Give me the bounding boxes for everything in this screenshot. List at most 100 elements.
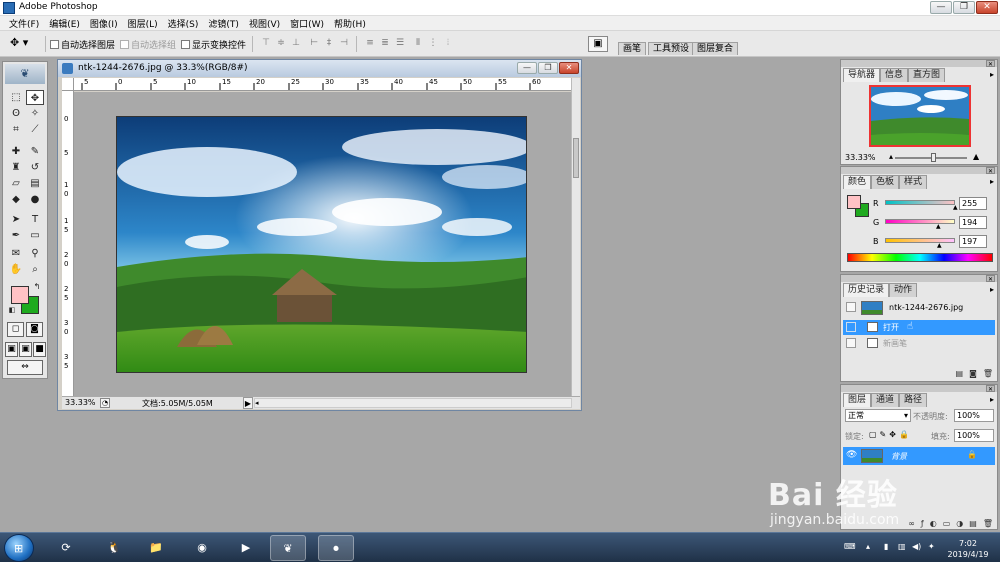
zoom-slider-knob[interactable]	[931, 153, 936, 162]
keyboard-icon[interactable]: ⌨	[844, 542, 856, 551]
show-hidden-icons-icon[interactable]: ▴	[866, 542, 870, 551]
move-tool-icon[interactable]: ✥	[26, 90, 44, 105]
type-tool-icon[interactable]: T	[26, 212, 44, 227]
vertical-scroll-thumb[interactable]	[573, 138, 579, 178]
standard-mode-icon[interactable]: ◻	[7, 322, 24, 337]
swap-colors-icon[interactable]: ↰	[31, 282, 43, 292]
document-titlebar[interactable]: ntk-1244-2676.jpg @ 33.3%(RGB/8#) — ❐ ✕	[58, 60, 581, 77]
red-slider-knob[interactable]: ▲	[953, 205, 958, 211]
navigator-zoom[interactable]: 33.33%	[845, 153, 876, 162]
distribute-left-icon[interactable]: ⫴	[412, 38, 424, 49]
navigator-thumbnail[interactable]	[869, 85, 971, 147]
tab-styles[interactable]: 样式	[899, 175, 928, 189]
opacity-field[interactable]: 100%	[954, 409, 994, 422]
default-colors-icon[interactable]: ◧	[7, 305, 17, 315]
red-slider[interactable]	[885, 200, 955, 205]
zoom-tool-icon[interactable]: ⌕	[26, 262, 44, 277]
align-vcenter-icon[interactable]: ≑	[275, 38, 287, 49]
red-value[interactable]: 255	[959, 197, 987, 210]
status-icon[interactable]: ◔	[100, 398, 110, 408]
panel-close-icon[interactable]: ✕	[986, 385, 995, 393]
panel-menu-icon[interactable]: ▸	[990, 285, 994, 294]
tab-layers[interactable]: 图层	[843, 393, 872, 407]
new-layer-icon[interactable]: ▤	[969, 519, 977, 528]
layer-background[interactable]: 👁 背景 🔒	[843, 447, 995, 465]
system-clock[interactable]: 7:02 2019/4/19	[940, 538, 996, 560]
tab-channels[interactable]: 通道	[871, 393, 900, 407]
align-left-icon[interactable]: ⊢	[308, 38, 320, 49]
status-menu-arrow-icon[interactable]: ▶	[243, 397, 253, 409]
tab-info[interactable]: 信息	[880, 68, 909, 82]
auto-select-layer-checkbox[interactable]: 自动选择图层	[50, 38, 115, 51]
vertical-ruler[interactable]: 0 5 1 0 1 5 2 0 2 5 3 0 3 5	[62, 91, 74, 396]
crop-tool-icon[interactable]: ⌗	[7, 122, 25, 137]
taskbar-360-icon[interactable]: ⟳	[48, 535, 84, 561]
panel-grip[interactable]	[841, 60, 997, 67]
new-snapshot-icon[interactable]: ◙	[969, 369, 977, 378]
green-value[interactable]: 194	[959, 216, 987, 229]
input-method-icon[interactable]: ✦	[928, 542, 935, 551]
screen-mode-full-icon[interactable]: ■	[33, 342, 46, 357]
quick-mask-mode-icon[interactable]: ◙	[26, 322, 43, 337]
align-top-icon[interactable]: ⊤	[260, 38, 272, 49]
lock-icons[interactable]: ▢✎✥🔒	[869, 430, 912, 439]
horizontal-scrollbar[interactable]: ◂	[254, 398, 572, 408]
blur-tool-icon[interactable]: ◆	[7, 192, 25, 207]
color-foreground-swatch[interactable]	[847, 195, 861, 209]
zoom-level[interactable]: 33.33%	[65, 398, 96, 407]
shape-tool-icon[interactable]: ▭	[26, 228, 44, 243]
tab-tool-presets[interactable]: 工具预设	[648, 42, 695, 55]
taskbar-qq-icon[interactable]: 🐧	[96, 535, 132, 561]
color-spectrum-ramp[interactable]	[847, 253, 993, 262]
menu-window[interactable]: 窗口(W)	[285, 17, 329, 30]
tab-brushes[interactable]: 画笔	[618, 42, 647, 55]
distribute-vcenter-icon[interactable]: ≣	[379, 38, 391, 49]
panel-close-icon[interactable]: ✕	[986, 60, 995, 68]
tab-paths[interactable]: 路径	[899, 393, 928, 407]
blue-slider-knob[interactable]: ▲	[937, 243, 942, 249]
move-tool-preset-icon[interactable]: ✥ ▾	[10, 36, 40, 52]
panel-close-icon[interactable]: ✕	[986, 167, 995, 175]
panel-grip[interactable]	[841, 385, 997, 392]
clone-stamp-tool-icon[interactable]: ♜	[7, 160, 25, 175]
taskbar-explorer-icon[interactable]: 📁	[138, 535, 174, 561]
ruler-origin[interactable]	[62, 78, 74, 91]
delete-layer-icon[interactable]: 🗑	[983, 519, 993, 528]
magic-wand-tool-icon[interactable]: ✧	[26, 106, 44, 121]
panel-menu-icon[interactable]: ▸	[990, 177, 994, 186]
tab-actions[interactable]: 动作	[889, 283, 918, 297]
horizontal-ruler[interactable]: 5 0 5 10 15 20 25 30 35 40 45 50 55 60	[74, 78, 571, 91]
history-snapshot[interactable]: ntk-1244-2676.jpg	[843, 300, 995, 318]
menu-filter[interactable]: 滤镜(T)	[203, 17, 244, 30]
foreground-color-swatch[interactable]	[11, 286, 29, 304]
align-hcenter-icon[interactable]: ‡	[323, 38, 335, 49]
tab-history[interactable]: 历史记录	[843, 283, 890, 297]
hand-tool-icon[interactable]: ✋	[7, 262, 25, 277]
panel-menu-icon[interactable]: ▸	[990, 70, 994, 79]
panel-grip[interactable]	[841, 167, 997, 174]
volume-icon[interactable]: ◀)	[912, 542, 921, 551]
fill-field[interactable]: 100%	[954, 429, 994, 442]
distribute-bottom-icon[interactable]: ☰	[394, 38, 406, 49]
eraser-tool-icon[interactable]: ▱	[7, 176, 25, 191]
pen-tool-icon[interactable]: ✒	[7, 228, 25, 243]
history-brush-source-icon[interactable]	[846, 322, 856, 332]
doc-minimize-button[interactable]: —	[517, 62, 537, 74]
align-bottom-icon[interactable]: ⊥	[290, 38, 302, 49]
eye-visibility-icon[interactable]: 👁	[846, 450, 857, 460]
taskbar-photoshop-icon[interactable]: ❦	[270, 535, 306, 561]
menu-file[interactable]: 文件(F)	[4, 17, 44, 30]
panel-grip[interactable]	[841, 275, 997, 282]
distribute-hcenter-icon[interactable]: ⋮	[427, 38, 439, 49]
lasso-tool-icon[interactable]: ʘ	[7, 106, 25, 121]
blend-mode-select[interactable]: 正常 ▾	[845, 409, 911, 422]
tab-navigator[interactable]: 导航器	[843, 68, 881, 82]
marquee-tool-icon[interactable]: ⬚	[7, 90, 25, 105]
history-brush-source-icon[interactable]	[846, 302, 856, 312]
minimize-button[interactable]: —	[930, 1, 952, 14]
tab-color[interactable]: 颜色	[843, 175, 872, 189]
restore-button[interactable]: ❐	[953, 1, 975, 14]
tab-swatches[interactable]: 色板	[871, 175, 900, 189]
dodge-tool-icon[interactable]: ●	[26, 192, 44, 207]
history-step-new-brush[interactable]: 新画笔	[843, 336, 995, 351]
